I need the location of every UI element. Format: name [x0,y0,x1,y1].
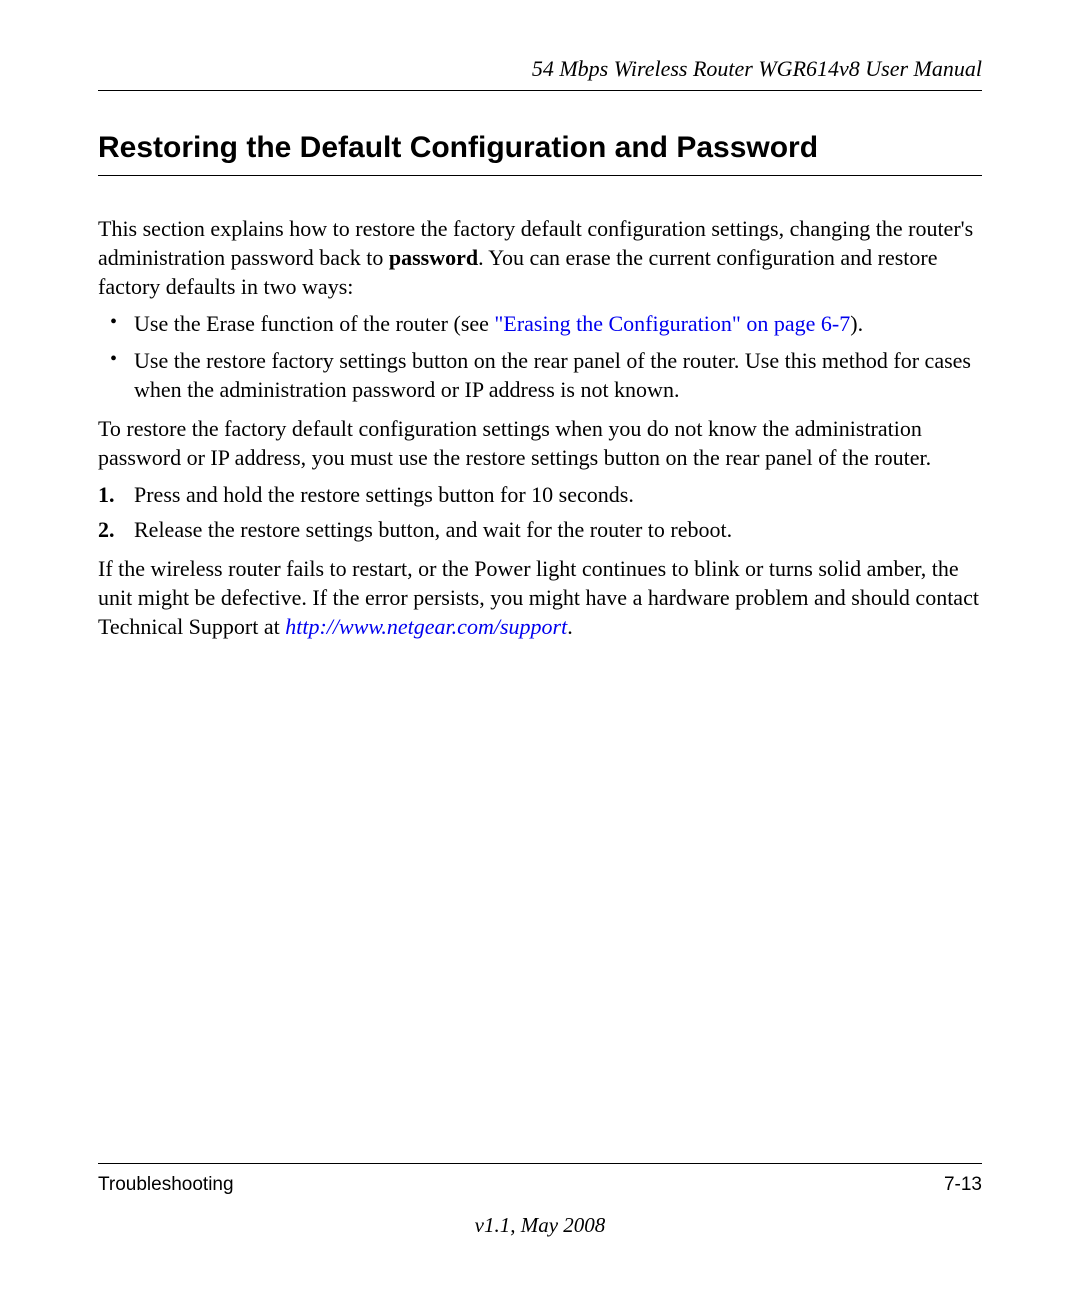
footer-rule [98,1163,982,1164]
doc-title: 54 Mbps Wireless Router WGR614v8 User Ma… [532,56,982,81]
footer-page-number: 7-13 [944,1174,982,1196]
list-item: Use the restore factory settings button … [98,346,982,404]
erase-config-link[interactable]: "Erasing the Configuration" on page 6-7 [494,311,850,336]
bullet1-text-1: Use the Erase function of the router (se… [134,311,494,336]
footer-version: v1.1, May 2008 [98,1213,982,1238]
restore-instructions-para: To restore the factory default configura… [98,414,982,472]
page-footer: Troubleshooting 7-13 [98,1163,982,1196]
support-link[interactable]: http://www.netgear.com/support [285,614,567,639]
step2-text: Release the restore settings button, and… [134,517,732,542]
support-paragraph: If the wireless router fails to restart,… [98,554,982,641]
list-item: 2. Release the restore settings button, … [98,515,982,544]
step-number: 1. [98,480,126,509]
support-text-2: . [567,614,573,639]
page: 54 Mbps Wireless Router WGR614v8 User Ma… [0,0,1080,1296]
footer-section-name: Troubleshooting [98,1174,234,1196]
body-content: This section explains how to restore the… [98,214,982,641]
numbered-list: 1. Press and hold the restore settings b… [98,480,982,544]
password-bold: password [389,245,478,270]
list-item: 1. Press and hold the restore settings b… [98,480,982,509]
bullet2-text: Use the restore factory settings button … [134,348,971,402]
page-header: 54 Mbps Wireless Router WGR614v8 User Ma… [98,56,982,91]
footer-line: Troubleshooting 7-13 [98,1174,982,1196]
step1-text: Press and hold the restore settings butt… [134,482,634,507]
intro-paragraph: This section explains how to restore the… [98,214,982,301]
bullet1-text-2: ). [850,311,863,336]
list-item: Use the Erase function of the router (se… [98,309,982,338]
section-title: Restoring the Default Configuration and … [98,131,982,176]
bullet-list: Use the Erase function of the router (se… [98,309,982,404]
step-number: 2. [98,515,126,544]
